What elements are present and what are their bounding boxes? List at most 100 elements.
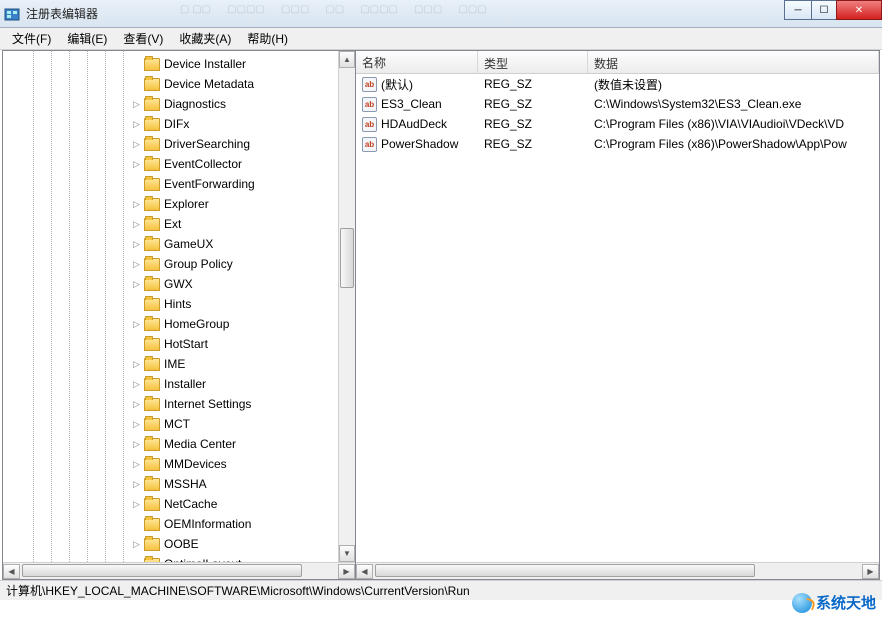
tree-item[interactable]: ▷Device Metadata (5, 74, 355, 94)
expand-arrow-icon[interactable]: ▷ (131, 259, 142, 270)
tree-item[interactable]: ▷DriverSearching (5, 134, 355, 154)
tree-item[interactable]: ▷EventForwarding (5, 174, 355, 194)
value-name-cell: abES3_Clean (356, 97, 478, 112)
tree-item[interactable]: ▷MMDevices (5, 454, 355, 474)
expand-arrow-icon[interactable]: ▷ (131, 479, 142, 490)
value-name: ES3_Clean (381, 97, 442, 111)
value-data-cell: (数值未设置) (588, 76, 879, 93)
tree-item[interactable]: ▷Device Installer (5, 54, 355, 74)
tree-item[interactable]: ▷ DIFx (5, 114, 355, 134)
expand-arrow-icon[interactable]: ▷ (131, 319, 142, 330)
tree-item[interactable]: ▷MSSHA (5, 474, 355, 494)
menu-help[interactable]: 帮助(H) (239, 28, 296, 49)
scroll-track[interactable] (339, 68, 355, 545)
values-list[interactable]: ab(默认)REG_SZ(数值未设置)abES3_CleanREG_SZC:\W… (356, 74, 879, 562)
tree-item[interactable]: ▷Hints (5, 294, 355, 314)
folder-icon (144, 218, 160, 231)
tree-item[interactable]: ▷IME (5, 354, 355, 374)
expand-arrow-icon[interactable]: ▷ (131, 359, 142, 370)
tree-item[interactable]: ▷Installer (5, 374, 355, 394)
list-row[interactable]: abES3_CleanREG_SZC:\Windows\System32\ES3… (356, 94, 879, 114)
tree-item[interactable]: ▷EventCollector (5, 154, 355, 174)
list-horizontal-scrollbar[interactable]: ◀ ▶ (356, 562, 879, 579)
title-bar: 注册表编辑器 ▢ ▢▢▢▢▢▢▢▢▢▢▢▢▢▢▢▢▢▢▢▢▢ ─ ☐ ✕ (0, 0, 882, 28)
menu-favorites[interactable]: 收藏夹(A) (171, 28, 239, 49)
tree-item[interactable]: ▷OOBE (5, 534, 355, 554)
scroll-right-icon[interactable]: ▶ (862, 564, 879, 579)
list-row[interactable]: abHDAudDeckREG_SZC:\Program Files (x86)\… (356, 114, 879, 134)
tree-item[interactable]: ▷Diagnostics (5, 94, 355, 114)
value-type-cell: REG_SZ (478, 97, 588, 111)
tree-item-label: NetCache (164, 497, 217, 511)
expand-arrow-icon[interactable]: ▷ (131, 399, 142, 410)
column-data[interactable]: 数据 (588, 51, 879, 73)
value-name: (默认) (381, 76, 413, 93)
watermark-text: 系统天地 (816, 592, 876, 613)
minimize-button[interactable]: ─ (784, 0, 812, 20)
scroll-thumb[interactable] (22, 564, 302, 577)
scroll-thumb[interactable] (340, 228, 354, 288)
tree-item[interactable]: ▷OEMInformation (5, 514, 355, 534)
scroll-left-icon[interactable]: ◀ (356, 564, 373, 579)
tree-item[interactable]: ▷OptimalLayout (5, 554, 355, 562)
expand-arrow-icon[interactable]: ▷ (131, 219, 142, 230)
menu-view[interactable]: 查看(V) (115, 28, 171, 49)
folder-icon (144, 378, 160, 391)
column-name[interactable]: 名称 (356, 51, 478, 73)
scroll-track[interactable] (373, 564, 862, 579)
menu-file[interactable]: 文件(F) (4, 28, 59, 49)
tree-item[interactable]: ▷MCT (5, 414, 355, 434)
menu-edit[interactable]: 编辑(E) (59, 28, 115, 49)
tree-item-label: HotStart (164, 337, 208, 351)
tree-item[interactable]: ▷Explorer (5, 194, 355, 214)
registry-tree[interactable]: ▷Device Installer▷Device Metadata▷Diagno… (3, 51, 355, 562)
expand-arrow-icon[interactable]: ▷ (131, 139, 142, 150)
expand-arrow-icon[interactable]: ▷ (131, 199, 142, 210)
maximize-button[interactable]: ☐ (811, 0, 837, 20)
folder-icon (144, 238, 160, 251)
expand-arrow-icon[interactable]: ▷ (131, 119, 142, 130)
expand-arrow-icon[interactable]: ▷ (131, 159, 142, 170)
scroll-left-icon[interactable]: ◀ (3, 564, 20, 579)
folder-icon (144, 58, 160, 71)
expand-arrow-icon[interactable]: ▷ (131, 499, 142, 510)
scroll-thumb[interactable] (375, 564, 755, 577)
tree-item[interactable]: ▷Media Center (5, 434, 355, 454)
scroll-up-icon[interactable]: ▲ (339, 51, 355, 68)
tree-horizontal-scrollbar[interactable]: ◀ ▶ (3, 562, 355, 579)
folder-icon (144, 478, 160, 491)
folder-icon (144, 518, 160, 531)
scroll-track[interactable] (20, 564, 338, 579)
scroll-down-icon[interactable]: ▼ (339, 545, 355, 562)
tree-item-label: HomeGroup (164, 317, 229, 331)
expand-arrow-icon[interactable]: ▷ (131, 439, 142, 450)
tree-item[interactable]: ▷ Group Policy (5, 254, 355, 274)
tree-item[interactable]: ▷ NetCache (5, 494, 355, 514)
expand-arrow-icon[interactable]: ▷ (131, 539, 142, 550)
tree-item[interactable]: ▷GWX (5, 274, 355, 294)
value-name-cell: abPowerShadow (356, 137, 478, 152)
expand-arrow-icon[interactable]: ▷ (131, 239, 142, 250)
expand-arrow-icon[interactable]: ▷ (131, 379, 142, 390)
close-button[interactable]: ✕ (836, 0, 882, 20)
expand-arrow-icon[interactable]: ▷ (131, 99, 142, 110)
scroll-right-icon[interactable]: ▶ (338, 564, 355, 579)
expand-arrow-icon[interactable]: ▷ (131, 279, 142, 290)
app-icon (4, 6, 20, 22)
list-row[interactable]: ab(默认)REG_SZ(数值未设置) (356, 74, 879, 94)
folder-icon (144, 438, 160, 451)
tree-vertical-scrollbar[interactable]: ▲ ▼ (338, 51, 355, 562)
column-type[interactable]: 类型 (478, 51, 588, 73)
tree-item[interactable]: ▷HotStart (5, 334, 355, 354)
tree-item-label: DIFx (164, 117, 189, 131)
folder-icon (144, 78, 160, 91)
tree-item[interactable]: ▷Internet Settings (5, 394, 355, 414)
expand-arrow-icon[interactable]: ▷ (131, 459, 142, 470)
tree-item[interactable]: ▷ HomeGroup (5, 314, 355, 334)
tree-item-label: Group Policy (164, 257, 233, 271)
tree-item[interactable]: ▷Ext (5, 214, 355, 234)
tree-item-label: OEMInformation (164, 517, 251, 531)
tree-item[interactable]: ▷GameUX (5, 234, 355, 254)
list-row[interactable]: abPowerShadowREG_SZC:\Program Files (x86… (356, 134, 879, 154)
expand-arrow-icon[interactable]: ▷ (131, 419, 142, 430)
